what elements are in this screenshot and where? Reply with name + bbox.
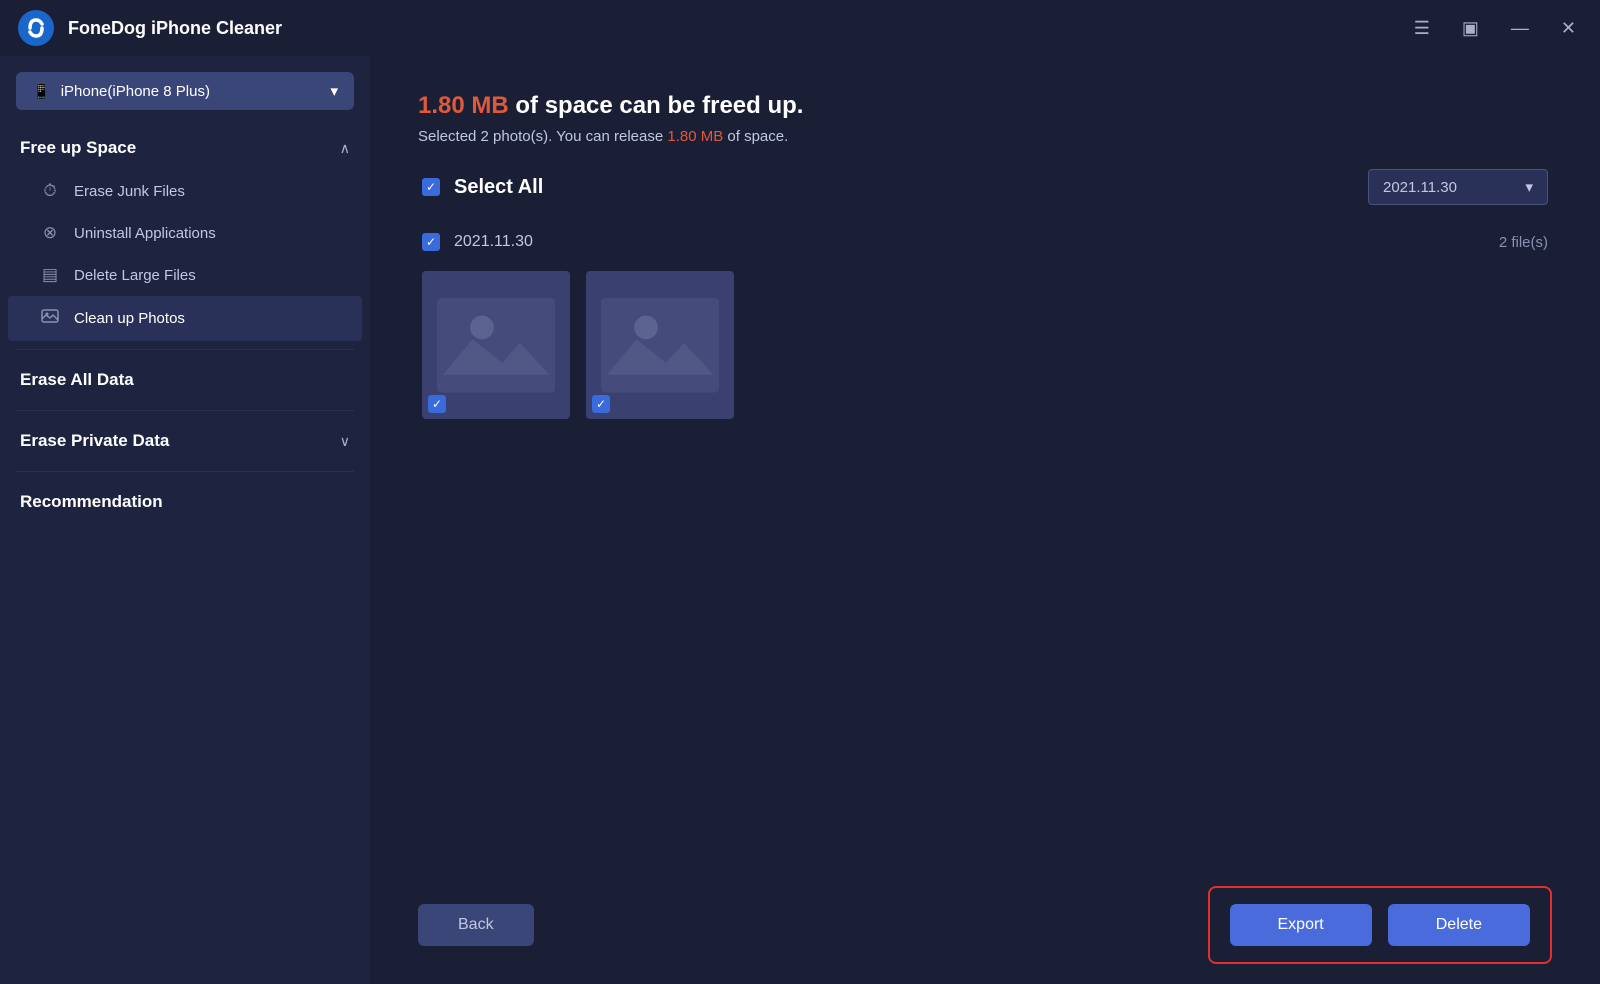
subtitle-suffix: of space.	[723, 128, 788, 145]
sidebar-section-free-up-space[interactable]: Free up Space ∧	[0, 126, 370, 170]
photo-placeholder-icon-2	[601, 286, 719, 404]
recommendation-label: Recommendation	[20, 492, 163, 511]
date-filter-dropdown[interactable]: 2021.11.30 ▾	[1368, 169, 1548, 205]
device-dropdown-icon: ▾	[330, 82, 338, 100]
photo-1-checkbox[interactable]: ✓	[428, 395, 446, 413]
photo-group-left: ✓ 2021.11.30	[422, 233, 533, 251]
photo-group-date: 2021.11.30	[454, 233, 533, 251]
photo-group-count: 2 file(s)	[1499, 234, 1548, 251]
uninstall-apps-icon: ⊗	[40, 223, 60, 243]
select-all-checkbox[interactable]: ✓	[422, 178, 440, 196]
title-bar-left: FoneDog iPhone Cleaner	[16, 8, 282, 48]
erase-junk-icon: ⏱	[40, 181, 60, 201]
clean-photos-label: Clean up Photos	[74, 310, 185, 327]
minimize-button[interactable]: —	[1503, 15, 1537, 41]
space-title-suffix: of space can be freed up.	[515, 92, 803, 119]
sidebar-divider-3	[16, 471, 354, 472]
photo-group-header: ✓ 2021.11.30 2 file(s)	[418, 225, 1552, 259]
device-icon: 📱	[32, 82, 51, 100]
photo-group-check-icon: ✓	[426, 236, 436, 248]
sidebar-section-recommendation[interactable]: Recommendation	[0, 480, 370, 524]
bottom-bar: Back Export Delete	[370, 866, 1600, 984]
device-selector-inner: 📱 iPhone(iPhone 8 Plus)	[32, 82, 210, 100]
menu-button[interactable]: ☰	[1406, 15, 1438, 41]
space-subtitle: Selected 2 photo(s). You can release 1.8…	[418, 128, 1552, 145]
chat-button[interactable]: ▣	[1454, 15, 1487, 41]
delete-button[interactable]: Delete	[1388, 904, 1530, 946]
sidebar-section-erase-private[interactable]: Erase Private Data ∨	[0, 419, 370, 463]
uninstall-apps-label: Uninstall Applications	[74, 225, 216, 242]
title-bar: FoneDog iPhone Cleaner ☰ ▣ — ✕	[0, 0, 1600, 56]
device-selector[interactable]: 📱 iPhone(iPhone 8 Plus) ▾	[16, 72, 354, 110]
select-all-label: Select All	[454, 176, 543, 199]
sidebar-item-uninstall-apps[interactable]: ⊗ Uninstall Applications	[8, 212, 362, 254]
photo-group: ✓ 2021.11.30 2 file(s)	[418, 225, 1552, 419]
subtitle-count: 2	[481, 128, 489, 145]
sidebar-item-erase-junk[interactable]: ⏱ Erase Junk Files	[8, 170, 362, 212]
list-item[interactable]: ✓	[586, 271, 734, 419]
content-area: 1.80 MB of space can be freed up. Select…	[370, 56, 1600, 984]
checkbox-check-icon: ✓	[426, 181, 436, 193]
app-title: FoneDog iPhone Cleaner	[68, 18, 282, 39]
photo-1-check-icon: ✓	[432, 398, 442, 410]
photo-placeholder-icon-1	[437, 286, 555, 404]
date-filter-chevron-icon: ▾	[1525, 178, 1533, 196]
delete-large-label: Delete Large Files	[74, 267, 196, 284]
app-logo-icon	[16, 8, 56, 48]
sidebar-section-erase-all-data[interactable]: Erase All Data	[0, 358, 370, 402]
space-info: 1.80 MB of space can be freed up. Select…	[418, 92, 1552, 145]
back-button[interactable]: Back	[418, 904, 534, 946]
photo-2-check-icon: ✓	[596, 398, 606, 410]
sidebar-item-delete-large[interactable]: ▤ Delete Large Files	[8, 254, 362, 296]
main-layout: 📱 iPhone(iPhone 8 Plus) ▾ Free up Space …	[0, 56, 1600, 984]
close-button[interactable]: ✕	[1553, 15, 1584, 41]
delete-large-icon: ▤	[40, 265, 60, 285]
photo-2-checkbox[interactable]: ✓	[592, 395, 610, 413]
date-filter-value: 2021.11.30	[1383, 179, 1457, 196]
free-up-space-chevron-icon: ∧	[340, 140, 350, 157]
photo-thumbnail-2: ✓	[586, 271, 734, 419]
list-item[interactable]: ✓	[422, 271, 570, 419]
photo-group-checkbox[interactable]: ✓	[422, 233, 440, 251]
sidebar-item-clean-photos[interactable]: Clean up Photos	[8, 296, 362, 341]
export-button[interactable]: Export	[1230, 904, 1372, 946]
select-all-row: ✓ Select All 2021.11.30 ▾	[418, 169, 1552, 205]
photo-thumbnail-1: ✓	[422, 271, 570, 419]
title-bar-right: ☰ ▣ — ✕	[1406, 15, 1584, 41]
sidebar-divider-1	[16, 349, 354, 350]
sidebar: 📱 iPhone(iPhone 8 Plus) ▾ Free up Space …	[0, 56, 370, 984]
erase-all-data-label: Erase All Data	[20, 370, 134, 389]
erase-private-label: Erase Private Data	[20, 431, 169, 451]
photos-grid: ✓ ✓	[418, 271, 1552, 419]
sidebar-divider-2	[16, 410, 354, 411]
subtitle-prefix: Selected	[418, 128, 481, 145]
free-up-space-label: Free up Space	[20, 138, 136, 158]
erase-private-chevron-icon: ∨	[340, 433, 350, 450]
subtitle-amount: 1.80 MB	[667, 128, 723, 145]
space-title: 1.80 MB of space can be freed up.	[418, 92, 1552, 120]
subtitle-middle: photo(s). You can release	[489, 128, 667, 145]
erase-junk-label: Erase Junk Files	[74, 183, 185, 200]
clean-photos-icon	[40, 307, 60, 330]
device-name: iPhone(iPhone 8 Plus)	[61, 83, 210, 100]
select-all-left: ✓ Select All	[422, 176, 543, 199]
action-buttons-group: Export Delete	[1208, 886, 1553, 964]
space-amount: 1.80 MB	[418, 92, 509, 119]
